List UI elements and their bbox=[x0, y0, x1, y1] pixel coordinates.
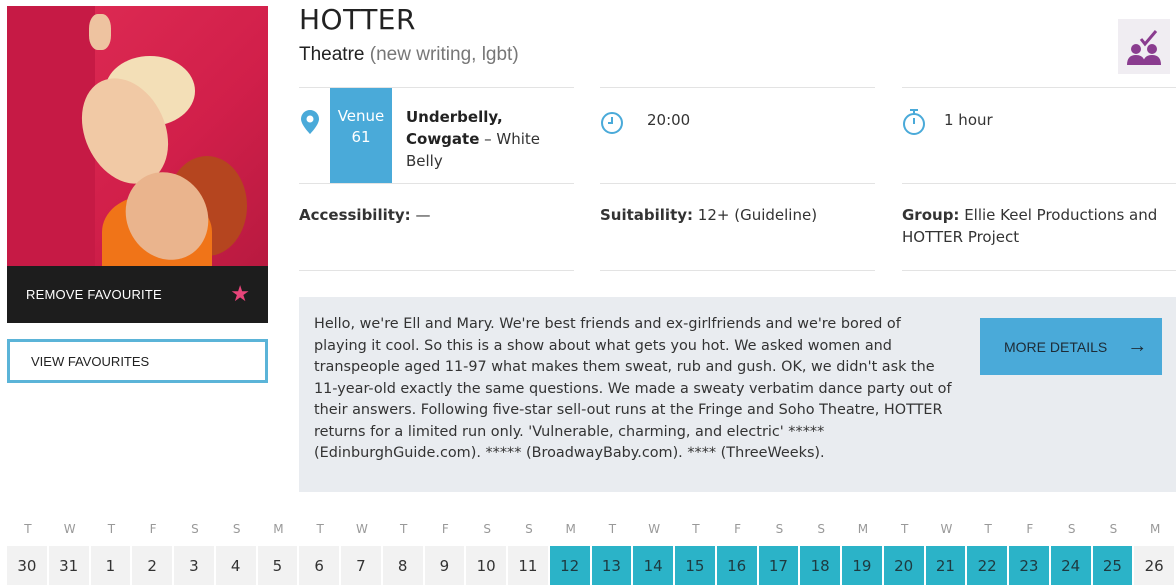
calendar-date-available[interactable]: 13 bbox=[591, 546, 632, 585]
calendar-date-available[interactable]: 24 bbox=[1050, 546, 1091, 585]
calendar-date-available[interactable]: 15 bbox=[675, 546, 715, 585]
view-favourites-button[interactable]: VIEW FAVOURITES bbox=[7, 339, 268, 383]
calendar-date-available[interactable]: 16 bbox=[716, 546, 757, 585]
calendar-date: 6 bbox=[299, 546, 339, 585]
calendar-weekday: S bbox=[525, 522, 533, 536]
calendar-weekday: F bbox=[1026, 522, 1034, 536]
calendar-dates: 30 31 1 2 3 4 5 6 7 8 9 10 11 12 13 14 15 16 17 18 19 20 21 22 2… bbox=[7, 546, 1176, 585]
calendar-weekday: M bbox=[1149, 522, 1161, 536]
calendar-date: 10 bbox=[466, 546, 506, 585]
calendar-weekday: S bbox=[817, 522, 825, 536]
calendar-date: 5 bbox=[257, 546, 298, 585]
calendar-weekday: M bbox=[273, 522, 284, 536]
duration: 1 hour bbox=[944, 111, 993, 129]
calendar-weekday: W bbox=[355, 522, 368, 536]
show-category: Theatre (new writing, lgbt) bbox=[299, 44, 519, 66]
genre-label: (new writing, lgbt) bbox=[369, 44, 519, 65]
suitability-value: 12+ (Guideline) bbox=[693, 206, 818, 224]
calendar-date-available[interactable]: 23 bbox=[1009, 546, 1049, 585]
description-panel: Hello, we're Ell and Mary. We're best fr… bbox=[299, 297, 1176, 492]
remove-favourite-button[interactable]: REMOVE FAVOURITE ★ bbox=[7, 266, 268, 323]
calendar-date: 4 bbox=[215, 546, 256, 585]
calendar-date: 9 bbox=[424, 546, 465, 585]
divider bbox=[902, 183, 1176, 184]
venue-number-badge: Venue 61 bbox=[330, 88, 392, 183]
calendar-date-available[interactable]: 25 bbox=[1092, 546, 1133, 585]
group-label: Group: bbox=[902, 206, 960, 224]
divider bbox=[902, 270, 1176, 271]
divider bbox=[299, 183, 574, 184]
calendar-weekday: T bbox=[399, 522, 408, 536]
calendar-weekday: T bbox=[107, 522, 116, 536]
calendar-date: 26 bbox=[1134, 546, 1174, 585]
show-photo bbox=[7, 6, 268, 266]
arrow-right-icon: → bbox=[1127, 335, 1148, 357]
group-check-icon[interactable] bbox=[1118, 19, 1170, 74]
show-title: HOTTER bbox=[299, 3, 416, 36]
calendar-weekday: F bbox=[441, 522, 449, 536]
more-details-button[interactable]: MORE DETAILS → bbox=[980, 318, 1162, 375]
calendar-weekday: F bbox=[734, 522, 742, 536]
venue-name[interactable]: Underbelly, Cowgate – White Belly bbox=[406, 106, 566, 172]
calendar-weekday: F bbox=[149, 522, 157, 536]
stopwatch-icon bbox=[902, 108, 926, 140]
calendar-weekday: S bbox=[1067, 522, 1076, 536]
map-pin-icon bbox=[301, 110, 319, 138]
calendar-date: 30 bbox=[7, 546, 47, 585]
accessibility-info: Accessibility: — bbox=[299, 204, 430, 226]
clock-icon bbox=[600, 111, 624, 139]
more-details-label: MORE DETAILS bbox=[1004, 338, 1108, 355]
category-label: Theatre bbox=[299, 44, 365, 65]
venue-badge-number: 61 bbox=[351, 128, 371, 146]
calendar-weekdays: TWTFSSMTWTFSSMTWTFSSMTWTFSSM bbox=[7, 522, 1176, 536]
calendar-date-available[interactable]: 21 bbox=[925, 546, 966, 585]
accessibility-label: Accessibility: bbox=[299, 206, 411, 224]
calendar-weekday: S bbox=[232, 522, 241, 536]
calendar-date: 2 bbox=[132, 546, 172, 585]
calendar-date: 11 bbox=[508, 546, 548, 585]
suitability-label: Suitability: bbox=[600, 206, 694, 224]
venue-badge-label: Venue bbox=[337, 107, 385, 125]
calendar-weekday: M bbox=[857, 522, 869, 536]
calendar-weekday: M bbox=[565, 522, 576, 536]
performance-time: 20:00 bbox=[647, 111, 691, 129]
calendar-weekday: S bbox=[191, 522, 199, 536]
show-description: Hello, we're Ell and Mary. We're best fr… bbox=[314, 316, 952, 461]
calendar-weekday: W bbox=[63, 522, 76, 536]
calendar-date: 7 bbox=[341, 546, 381, 585]
calendar-date: 8 bbox=[382, 546, 423, 585]
calendar-date: 1 bbox=[90, 546, 131, 585]
divider bbox=[902, 87, 1176, 88]
view-favourites-label: VIEW FAVOURITES bbox=[31, 353, 150, 369]
divider bbox=[600, 183, 875, 184]
calendar-weekday: S bbox=[483, 522, 491, 536]
calendar-weekday: T bbox=[692, 522, 700, 536]
calendar-date-available[interactable]: 14 bbox=[633, 546, 673, 585]
calendar-date-available[interactable]: 18 bbox=[800, 546, 840, 585]
accessibility-value: — bbox=[410, 206, 431, 224]
calendar-date: 31 bbox=[48, 546, 89, 585]
calendar-date-available[interactable]: 20 bbox=[883, 546, 924, 585]
calendar-date-available[interactable]: 22 bbox=[967, 546, 1007, 585]
divider bbox=[299, 270, 574, 271]
calendar-date-available[interactable]: 19 bbox=[842, 546, 882, 585]
calendar-weekday: S bbox=[1109, 522, 1118, 536]
calendar-weekday: T bbox=[608, 522, 617, 536]
calendar-weekday: W bbox=[648, 522, 661, 536]
calendar-weekday: W bbox=[940, 522, 953, 536]
calendar-weekday: T bbox=[984, 522, 992, 536]
calendar-date-available[interactable]: 17 bbox=[758, 546, 799, 585]
star-icon: ★ bbox=[230, 281, 250, 307]
calendar-weekday: T bbox=[316, 522, 324, 536]
suitability-info: Suitability: 12+ (Guideline) bbox=[600, 204, 817, 226]
calendar-date: 3 bbox=[174, 546, 214, 585]
divider bbox=[600, 87, 875, 88]
calendar-weekday: S bbox=[775, 522, 784, 536]
remove-favourite-label: REMOVE FAVOURITE bbox=[26, 287, 162, 302]
calendar-weekday: T bbox=[24, 522, 32, 536]
calendar-weekday: T bbox=[900, 522, 909, 536]
group-info: Group: Ellie Keel Productions and HOTTER… bbox=[902, 204, 1170, 248]
divider bbox=[600, 270, 875, 271]
calendar-date-available[interactable]: 12 bbox=[549, 546, 590, 585]
